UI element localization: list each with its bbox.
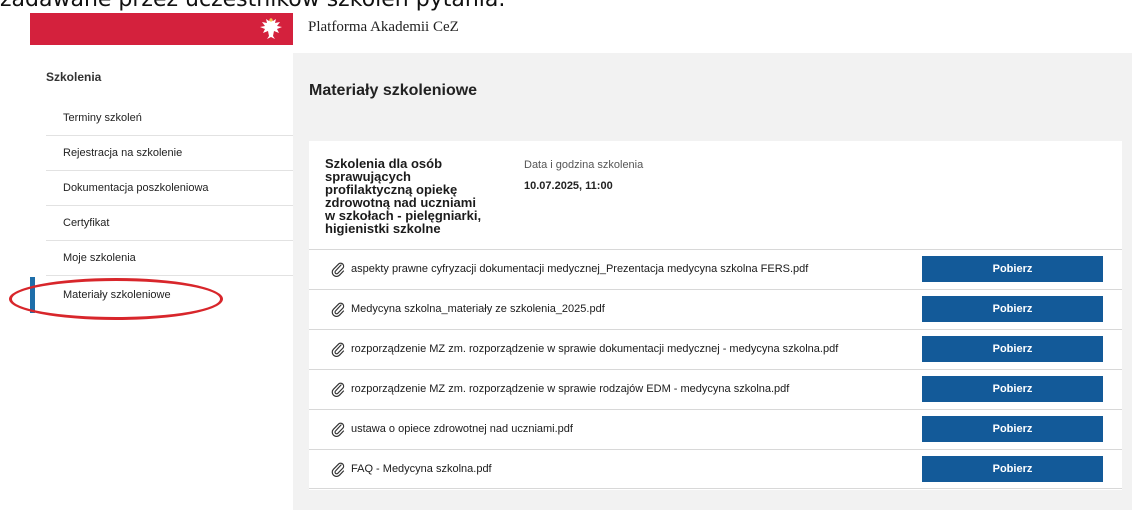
- brand-bar: [30, 13, 293, 45]
- paperclip-icon: [331, 302, 345, 317]
- file-name[interactable]: Medycyna szkolna_materiały ze szkolenia_…: [351, 303, 605, 315]
- date-value: 10.07.2025, 11:00: [524, 180, 613, 192]
- date-label: Data i godzina szkolenia: [524, 159, 644, 171]
- paperclip-icon: [331, 422, 345, 437]
- download-button[interactable]: Pobierz: [922, 376, 1103, 402]
- sidebar-heading: Szkolenia: [46, 70, 102, 84]
- sidebar-item-dokumentacja[interactable]: Dokumentacja poszkoleniowa: [46, 171, 293, 206]
- sidebar: Szkolenia Terminy szkoleń Rejestracja na…: [30, 53, 293, 510]
- file-name[interactable]: FAQ - Medycyna szkolna.pdf: [351, 463, 492, 475]
- sidebar-item-label: Terminy szkoleń: [63, 112, 142, 124]
- file-row: ustawa o opiece zdrowotnej nad uczniami.…: [309, 409, 1122, 449]
- paperclip-icon: [331, 342, 345, 357]
- sidebar-item-label: Certyfikat: [63, 217, 110, 229]
- polish-eagle-icon: [260, 18, 282, 39]
- download-button[interactable]: Pobierz: [922, 456, 1103, 482]
- file-name[interactable]: aspekty prawne cyfryzacji dokumentacji m…: [351, 263, 808, 275]
- file-name[interactable]: rozporządzenie MZ zm. rozporządzenie w s…: [351, 343, 838, 355]
- download-button[interactable]: Pobierz: [922, 296, 1103, 322]
- sidebar-item-label: Rejestracja na szkolenie: [63, 147, 183, 159]
- sidebar-item-label: Moje szkolenia: [63, 252, 136, 264]
- sidebar-item-label: Dokumentacja poszkoleniowa: [63, 182, 209, 194]
- sidebar-item-rejestracja[interactable]: Rejestracja na szkolenie: [46, 136, 293, 171]
- platform-title: Platforma Akademii CeZ: [308, 19, 459, 35]
- download-button[interactable]: Pobierz: [922, 416, 1103, 442]
- sidebar-item-moje-szkolenia[interactable]: Moje szkolenia: [46, 241, 293, 276]
- paperclip-icon: [331, 382, 345, 397]
- sidebar-item-certyfikat[interactable]: Certyfikat: [46, 206, 293, 241]
- file-name[interactable]: ustawa o opiece zdrowotnej nad uczniami.…: [351, 423, 573, 435]
- sidebar-item-terminy[interactable]: Terminy szkoleń: [46, 101, 293, 136]
- page-caption: zadawane przez uczestników szkoleń pytan…: [0, 0, 1132, 13]
- header: Platforma Akademii CeZ: [0, 13, 1132, 53]
- download-button[interactable]: Pobierz: [922, 336, 1103, 362]
- download-button[interactable]: Pobierz: [922, 256, 1103, 282]
- sidebar-item-label: Materiały szkoleniowe: [63, 288, 171, 301]
- materials-card: Szkolenia dla osób sprawujących profilak…: [309, 141, 1122, 490]
- file-row: rozporządzenie MZ zm. rozporządzenie w s…: [309, 369, 1122, 409]
- file-row: Medycyna szkolna_materiały ze szkolenia_…: [309, 289, 1122, 329]
- file-name[interactable]: rozporządzenie MZ zm. rozporządzenie w s…: [351, 383, 789, 395]
- file-row: rozporządzenie MZ zm. rozporządzenie w s…: [309, 329, 1122, 369]
- page-title: Materiały szkoleniowe: [309, 82, 478, 99]
- active-item-marker: [30, 277, 35, 313]
- course-name: Szkolenia dla osób sprawujących profilak…: [325, 156, 482, 236]
- paperclip-icon: [331, 262, 345, 277]
- file-row: aspekty prawne cyfryzacji dokumentacji m…: [309, 249, 1122, 289]
- sidebar-item-materialy[interactable]: Materiały szkoleniowe: [46, 277, 293, 312]
- file-row: FAQ - Medycyna szkolna.pdf Pobierz: [309, 449, 1122, 489]
- paperclip-icon: [331, 462, 345, 477]
